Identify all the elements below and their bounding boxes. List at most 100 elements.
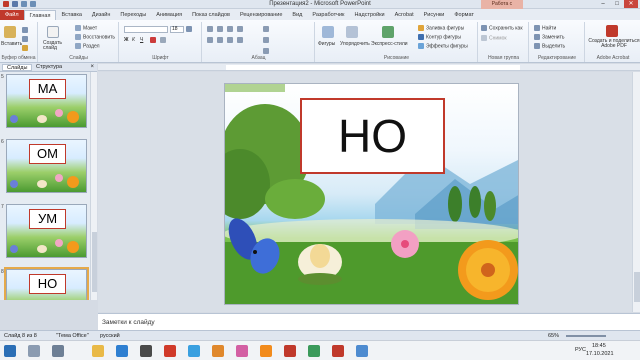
underline-button[interactable]: Ч bbox=[140, 37, 143, 43]
font-name-combobox[interactable] bbox=[124, 26, 168, 33]
tab-addins[interactable]: Надстройки bbox=[349, 10, 389, 20]
tab-insert[interactable]: Вставка bbox=[56, 10, 86, 20]
align-left-icon[interactable] bbox=[207, 37, 213, 43]
find-button[interactable]: Найти bbox=[534, 25, 556, 31]
yandex-icon[interactable] bbox=[164, 345, 176, 357]
font-color-icon[interactable] bbox=[150, 37, 156, 43]
tab-slideshow[interactable]: Показ слайдов bbox=[187, 10, 235, 20]
firefox-icon[interactable] bbox=[260, 345, 272, 357]
shape-effects-button[interactable]: Эффекты фигуры bbox=[418, 43, 468, 49]
thumbnail-scrollbar[interactable] bbox=[90, 72, 97, 300]
powerpoint-icon[interactable] bbox=[284, 345, 296, 357]
app-icon[interactable] bbox=[308, 345, 320, 357]
slide-thumbnail[interactable]: УМ bbox=[6, 204, 87, 258]
paste-icon[interactable] bbox=[4, 26, 16, 38]
arrange-button[interactable]: Упорядочить bbox=[340, 41, 370, 47]
shapes-icon[interactable] bbox=[322, 26, 334, 38]
slide-thumbnail[interactable]: МА bbox=[6, 74, 87, 128]
app-icon[interactable] bbox=[140, 345, 152, 357]
new-slide-icon[interactable] bbox=[47, 26, 59, 38]
tab-acrobat[interactable]: Acrobat bbox=[390, 10, 419, 20]
save-as-button[interactable]: Сохранить как bbox=[481, 25, 523, 31]
layout-button[interactable]: Макет bbox=[75, 25, 97, 31]
clock-time[interactable]: 18:45 bbox=[592, 343, 606, 349]
skype-icon[interactable] bbox=[188, 345, 200, 357]
close-button[interactable]: ✕ bbox=[624, 0, 638, 8]
tab-animations[interactable]: Анимация bbox=[151, 10, 187, 20]
cut-icon[interactable] bbox=[22, 27, 28, 33]
grow-font-icon[interactable] bbox=[186, 26, 192, 32]
zoom-level[interactable]: 65% bbox=[548, 333, 559, 339]
slide-thumbnail-selected[interactable]: НО bbox=[4, 267, 89, 300]
lotus-icon bbox=[298, 244, 342, 285]
text-direction-icon[interactable] bbox=[263, 26, 269, 32]
notes-pane[interactable]: Заметки к слайду bbox=[98, 313, 640, 330]
app-icon[interactable] bbox=[212, 345, 224, 357]
slide-text-box[interactable]: НО bbox=[300, 98, 445, 174]
align-right-icon[interactable] bbox=[227, 37, 233, 43]
tab-outline[interactable]: Структура bbox=[32, 64, 66, 71]
slide-thumbnail[interactable]: ОМ bbox=[6, 139, 87, 193]
search-icon[interactable] bbox=[28, 345, 40, 357]
arrange-icon[interactable] bbox=[346, 26, 358, 38]
italic-button[interactable]: К bbox=[132, 37, 135, 43]
shape-outline-button[interactable]: Контур фигуры bbox=[418, 34, 461, 40]
bold-button[interactable]: Ж bbox=[124, 37, 129, 43]
app-icon[interactable] bbox=[236, 345, 248, 357]
slide-canvas[interactable]: НО bbox=[224, 83, 519, 305]
section-button[interactable]: Раздел bbox=[75, 43, 100, 49]
copy-icon[interactable] bbox=[22, 36, 28, 42]
acrobat-icon[interactable] bbox=[332, 345, 344, 357]
tab-transitions[interactable]: Переходы bbox=[115, 10, 151, 20]
tab-design[interactable]: Дизайн bbox=[87, 10, 116, 20]
tab-developer[interactable]: Разработчик bbox=[307, 10, 349, 20]
maximize-button[interactable]: □ bbox=[610, 0, 624, 8]
justify-icon[interactable] bbox=[237, 37, 243, 43]
windows-start-icon[interactable] bbox=[4, 345, 16, 357]
new-slide-button[interactable]: Создать слайд bbox=[43, 41, 69, 51]
tab-review[interactable]: Рецензирование bbox=[235, 10, 287, 20]
group-paragraph: Абзац bbox=[203, 22, 315, 62]
tab-pictures[interactable]: Рисунки bbox=[419, 10, 450, 20]
align-text-icon[interactable] bbox=[263, 37, 269, 43]
replace-button[interactable]: Заменить bbox=[534, 34, 564, 40]
slide-thumbnails-pane: 5 МА 6 ОМ 7 УМ 8 НО bbox=[0, 72, 97, 300]
word-icon[interactable] bbox=[116, 345, 128, 357]
format-painter-icon[interactable] bbox=[22, 45, 28, 51]
group-drawing: Фигуры Упорядочить Экспресс-стили Заливк… bbox=[316, 22, 478, 62]
snapshot-button[interactable]: Снимок bbox=[481, 35, 507, 41]
select-button[interactable]: Выделить bbox=[534, 43, 565, 49]
file-explorer-icon[interactable] bbox=[92, 345, 104, 357]
shapes-button[interactable]: Фигуры bbox=[318, 41, 335, 47]
zoom-slider[interactable] bbox=[566, 335, 606, 337]
font-size-combobox[interactable]: 18 bbox=[170, 26, 184, 33]
create-pdf-button[interactable]: Создать и поделиться Adobe PDF bbox=[588, 39, 640, 49]
align-center-icon[interactable] bbox=[217, 37, 223, 43]
keyboard-language[interactable]: РУС bbox=[575, 347, 586, 353]
paste-button[interactable]: Вставить bbox=[1, 41, 22, 47]
shape-fill-button[interactable]: Заливка фигуры bbox=[418, 25, 464, 31]
reset-button[interactable]: Восстановить bbox=[75, 34, 115, 40]
indent-icon[interactable] bbox=[227, 26, 233, 32]
slide-scrollbar[interactable] bbox=[632, 72, 640, 312]
close-pane-icon[interactable]: × bbox=[90, 64, 94, 70]
orange-flower-icon bbox=[67, 241, 79, 253]
tab-view[interactable]: Вид bbox=[287, 10, 307, 20]
quick-styles-button[interactable]: Экспресс-стили bbox=[371, 41, 408, 47]
adobe-pdf-icon[interactable] bbox=[606, 25, 618, 37]
tab-format[interactable]: Формат bbox=[449, 10, 479, 20]
clear-format-icon[interactable] bbox=[160, 37, 166, 43]
clock-date[interactable]: 17.10.2021 bbox=[586, 351, 614, 357]
smartart-icon[interactable] bbox=[263, 48, 269, 54]
bullets-icon[interactable] bbox=[207, 26, 213, 32]
task-view-icon[interactable] bbox=[52, 345, 64, 357]
numbering-icon[interactable] bbox=[217, 26, 223, 32]
app-icon[interactable] bbox=[356, 345, 368, 357]
quick-styles-icon[interactable] bbox=[382, 26, 394, 38]
tab-slides[interactable]: Слайды bbox=[2, 64, 33, 71]
line-spacing-icon[interactable] bbox=[237, 26, 243, 32]
tab-file[interactable]: Файл bbox=[0, 10, 24, 20]
tab-home[interactable]: Главная bbox=[23, 10, 57, 20]
group-label: Adobe Acrobat bbox=[596, 55, 630, 61]
minimize-button[interactable]: – bbox=[596, 0, 610, 8]
